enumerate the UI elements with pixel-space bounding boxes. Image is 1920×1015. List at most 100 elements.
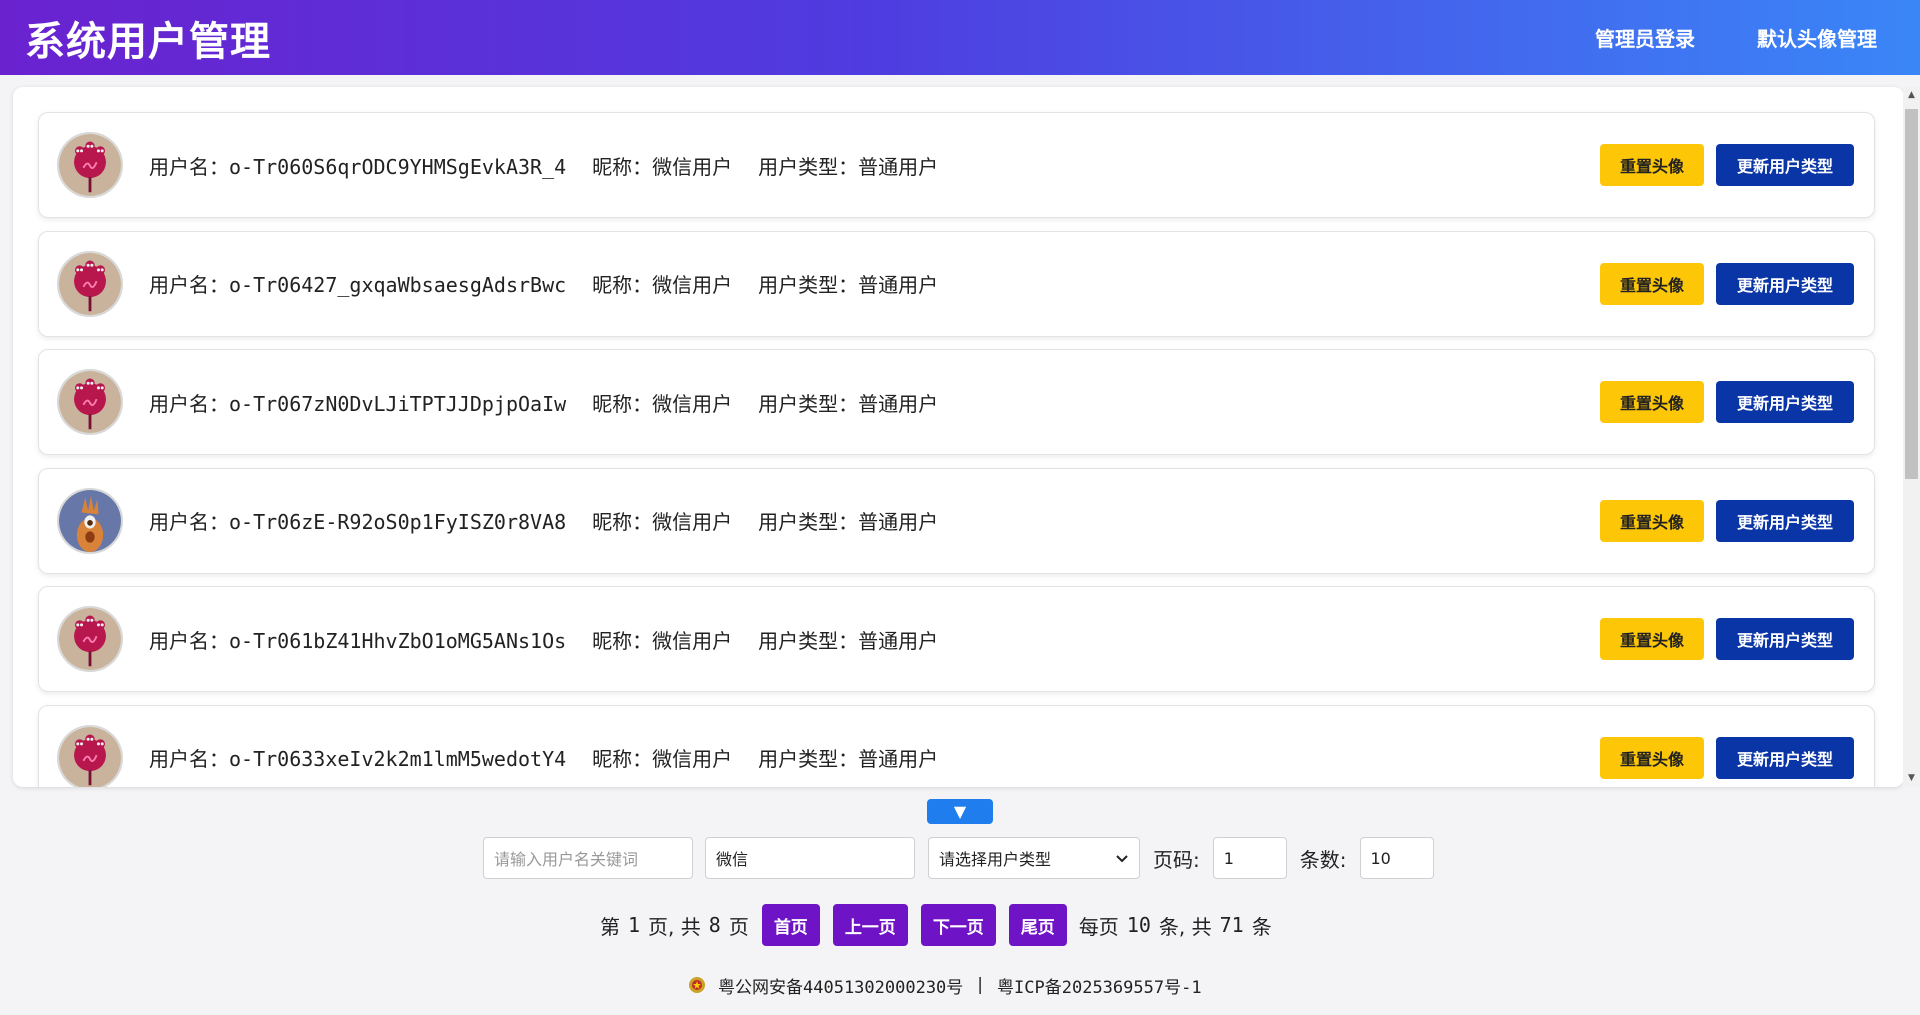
nickname-value: 微信用户 (652, 628, 733, 653)
user-card: 用户名：o-Tr060S6qrODC9YHMSgEvkA3R_4 昵称：微信用户用… (38, 112, 1875, 218)
username-value: o-Tr0633xeIv2k2m1lmM5wedotY4 (229, 747, 567, 771)
nickname-label: 昵称： (592, 747, 653, 771)
reset-avatar-button[interactable]: 重置头像 (1600, 618, 1704, 660)
nickname-field: 昵称：微信用户 (592, 151, 732, 180)
usertype-field: 用户类型：普通用户 (758, 388, 938, 417)
nickname-value: 微信用户 (652, 154, 733, 179)
default-avatar-link[interactable]: 默认头像管理 (1757, 23, 1877, 52)
nickname-input[interactable]: 微信 (705, 837, 915, 879)
user-info: 用户名：o-Tr06427_gxqaWbsaesgAdsrBwc 昵称：微信用户用… (149, 269, 1600, 298)
avatar (57, 606, 123, 672)
username-field: 用户名：o-Tr06427_gxqaWbsaesgAdsrBwc (149, 269, 566, 298)
username-label: 用户名： (149, 510, 229, 534)
username-value: o-Tr06427_gxqaWbsaesgAdsrBwc (229, 273, 567, 297)
page-title: 系统用户管理 (25, 18, 271, 65)
username-field: 用户名：o-Tr0633xeIv2k2m1lmM5wedotY4 (149, 743, 566, 772)
expand-toggle-button[interactable]: ▼ (927, 799, 993, 824)
current-page: 1 (628, 913, 641, 937)
nickname-field: 昵称：微信用户 (592, 625, 732, 654)
user-card: 用户名：o-Tr061bZ41HhvZbO1oMG5ANs1Os 昵称：微信用户用… (38, 586, 1875, 692)
page-size-label: 条数: (1299, 847, 1347, 872)
page-number-input[interactable]: 1 (1212, 837, 1287, 879)
scrollbar[interactable]: ▲ ▼ (1903, 87, 1920, 787)
user-type-select[interactable]: 请选择用户类型 (928, 837, 1140, 879)
icp-record-link[interactable]: 粤ICP备2025369557号-1 (997, 973, 1202, 998)
username-value: o-Tr067zN0DvLJiTPTJJDpjpOaIw (229, 391, 567, 416)
username-label: 用户名： (149, 154, 229, 179)
reset-avatar-button[interactable]: 重置头像 (1600, 736, 1704, 779)
scroll-thumb[interactable] (1905, 109, 1918, 479)
nickname-value: 微信用户 (652, 747, 733, 771)
police-record-link[interactable]: 粤公网安备44051302000230号 (718, 973, 963, 998)
user-info: 用户名：o-Tr067zN0DvLJiTPTJJDpjpOaIw 昵称：微信用户用… (149, 388, 1600, 417)
username-label: 用户名： (149, 391, 229, 416)
user-type-select-label: 请选择用户类型 (939, 850, 1052, 869)
nickname-field: 昵称：微信用户 (592, 506, 732, 535)
usertype-field: 用户类型：普通用户 (758, 625, 938, 654)
usertype-value: 普通用户 (858, 628, 939, 653)
usertype-label: 用户类型： (758, 628, 859, 653)
page-number-label: 页码: (1153, 847, 1200, 872)
usertype-field: 用户类型：普通用户 (758, 151, 938, 180)
username-label: 用户名： (149, 747, 229, 771)
username-field: 用户名：o-Tr06zE-R92oS0p1FyISZ0r8VA8 (149, 506, 566, 535)
update-user-type-button[interactable]: 更新用户类型 (1716, 262, 1854, 305)
usertype-field: 用户类型：普通用户 (758, 506, 938, 535)
usertype-field: 用户类型：普通用户 (758, 743, 938, 772)
usertype-value: 普通用户 (858, 273, 939, 297)
nickname-label: 昵称： (592, 273, 653, 297)
update-user-type-button[interactable]: 更新用户类型 (1716, 144, 1854, 186)
footer: 粤公网安备44051302000230号 | 粤ICP备2025369557号-… (688, 973, 1202, 998)
nickname-field: 昵称：微信用户 (592, 388, 732, 417)
nickname-value: 微信用户 (652, 510, 733, 534)
user-actions: 重置头像 更新用户类型 (1600, 262, 1854, 305)
per-page-count: 10 (1126, 913, 1151, 937)
first-page-button[interactable]: 首页 (761, 904, 820, 946)
user-actions: 重置头像 更新用户类型 (1600, 381, 1854, 423)
nickname-value: 微信用户 (652, 273, 733, 297)
reset-avatar-button[interactable]: 重置头像 (1600, 262, 1704, 305)
user-card: 用户名：o-Tr067zN0DvLJiTPTJJDpjpOaIw 昵称：微信用户用… (38, 349, 1875, 455)
user-info: 用户名：o-Tr06zE-R92oS0p1FyISZ0r8VA8 昵称：微信用户用… (149, 506, 1600, 535)
update-user-type-button[interactable]: 更新用户类型 (1716, 618, 1854, 660)
chevron-down-icon (1115, 849, 1129, 868)
username-field: 用户名：o-Tr061bZ41HhvZbO1oMG5ANs1Os (149, 625, 566, 654)
scroll-up-arrow-icon[interactable]: ▲ (1903, 87, 1920, 104)
usertype-value: 普通用户 (858, 391, 939, 416)
per-page-suffix: 条 (1251, 914, 1272, 939)
usertype-value: 普通用户 (858, 747, 939, 771)
user-card: 用户名：o-Tr06427_gxqaWbsaesgAdsrBwc 昵称：微信用户用… (38, 230, 1875, 337)
pager-mid: 页, 共 (648, 914, 701, 939)
app-header: 系统用户管理 管理员登录 默认头像管理 (0, 0, 1920, 75)
admin-login-link[interactable]: 管理员登录 (1595, 23, 1695, 52)
username-value: o-Tr061bZ41HhvZbO1oMG5ANs1Os (229, 628, 567, 653)
header-nav: 管理员登录 默认头像管理 (1595, 23, 1895, 52)
nickname-label: 昵称： (592, 510, 653, 534)
username-label: 用户名： (149, 628, 229, 653)
reset-avatar-button[interactable]: 重置头像 (1600, 144, 1704, 186)
username-label: 用户名： (149, 273, 229, 297)
username-value: o-Tr06zE-R92oS0p1FyISZ0r8VA8 (229, 510, 567, 534)
scroll-down-arrow-icon[interactable]: ▼ (1903, 770, 1920, 787)
update-user-type-button[interactable]: 更新用户类型 (1716, 736, 1854, 779)
nickname-label: 昵称： (592, 628, 653, 653)
footer-separator: | (977, 975, 984, 995)
update-user-type-button[interactable]: 更新用户类型 (1716, 381, 1854, 423)
page-size-input[interactable]: 10 (1359, 837, 1434, 879)
reset-avatar-button[interactable]: 重置头像 (1600, 381, 1704, 423)
last-page-button[interactable]: 尾页 (1008, 904, 1067, 946)
username-keyword-input[interactable]: 请输入用户名关键词 (483, 837, 693, 879)
usertype-field: 用户类型：普通用户 (758, 269, 938, 298)
update-user-type-button[interactable]: 更新用户类型 (1716, 499, 1854, 542)
total-records: 71 (1219, 913, 1244, 937)
reset-avatar-button[interactable]: 重置头像 (1600, 499, 1704, 542)
user-actions: 重置头像 更新用户类型 (1600, 618, 1854, 660)
user-card: 用户名：o-Tr0633xeIv2k2m1lmM5wedotY4 昵称：微信用户 用… (38, 704, 1875, 787)
username-value: o-Tr060S6qrODC9YHMSgEvkA3R_4 (229, 154, 567, 179)
usertype-label: 用户类型： (758, 510, 859, 534)
prev-page-button[interactable]: 上一页 (832, 904, 908, 946)
next-page-button[interactable]: 下一页 (920, 904, 996, 946)
avatar (57, 487, 123, 554)
nickname-field: 昵称：微信用户 (592, 269, 732, 298)
user-info: 用户名：o-Tr060S6qrODC9YHMSgEvkA3R_4 昵称：微信用户用… (149, 151, 1600, 180)
